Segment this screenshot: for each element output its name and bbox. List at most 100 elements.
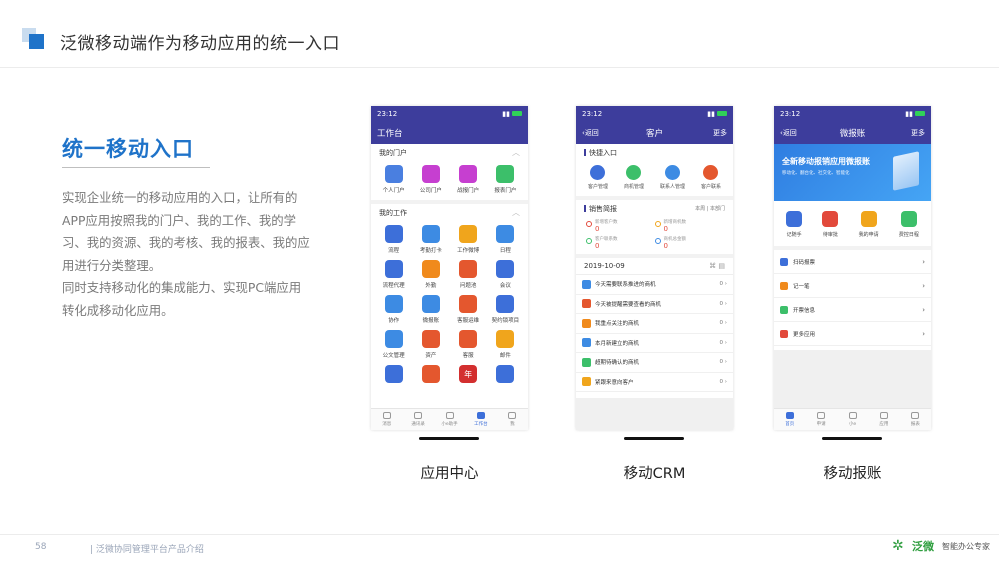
app-tile-icon (384, 225, 403, 243)
quick-entry[interactable]: 客户管理 (588, 165, 608, 190)
app-tile-icon (421, 365, 440, 383)
status-bar: 23:12 ▮▮ (774, 106, 931, 121)
tab-item[interactable]: 工作台 (465, 409, 496, 430)
app-tile[interactable]: 公司门户 (412, 165, 449, 194)
crm-list-row[interactable]: 超期待确认的商机 0 › (576, 353, 733, 373)
app-tile[interactable]: 客服 (450, 330, 487, 359)
app-tile[interactable]: 微报账 (412, 295, 449, 324)
tab-item[interactable]: 报表 (900, 409, 931, 430)
app-tile[interactable]: 年 (450, 365, 487, 386)
expense-list-row[interactable]: 开票信息 › (774, 298, 931, 322)
expense-shortcut-icon (900, 211, 917, 227)
app-tile[interactable] (487, 365, 524, 386)
app-tile-label: 外勤 (425, 283, 437, 289)
leaf-logo-icon: ✲ (892, 538, 904, 554)
app-tile[interactable]: 契约锁项目 (487, 295, 524, 324)
expense-list-row[interactable]: 记一笔 › (774, 274, 931, 298)
tab-item[interactable]: 我 (497, 409, 528, 430)
app-tile-label: 考勤打卡 (419, 248, 442, 254)
row-icon (582, 377, 591, 387)
signal-icon: ▮▮ (707, 109, 715, 118)
crm-list-row[interactable]: 今天被提醒需要查看的商机 0 › (576, 295, 733, 314)
app-tile[interactable]: 资产 (412, 330, 449, 359)
stat-value: 0 (663, 242, 668, 250)
quick-entry[interactable]: 联系人管理 (660, 165, 685, 190)
quick-entry-label: 商机管理 (623, 184, 644, 190)
app-tile[interactable]: 邮件 (487, 330, 524, 359)
quick-entry[interactable]: 客户联系 (701, 165, 721, 190)
group-header-portal[interactable]: 我的门户 ︿ (371, 144, 528, 161)
app-tile[interactable]: 问题池 (450, 260, 487, 289)
chevron-right-icon: › (922, 257, 925, 266)
app-tile[interactable]: 公文管理 (375, 330, 412, 359)
row-icon (582, 357, 591, 367)
row-icon (582, 279, 591, 289)
tab-bar: 消息 通讯录 小e助手 工作台 我 (371, 408, 528, 430)
app-tile[interactable]: 日程 (487, 225, 524, 254)
app-tile-icon (496, 260, 515, 278)
expense-shortcut[interactable]: 待审批 (822, 211, 839, 238)
quick-entry[interactable]: 商机管理 (624, 165, 644, 190)
app-tile-label: 公文管理 (382, 353, 405, 359)
app-tile-label: 流程 (388, 248, 400, 254)
app-tile[interactable]: 流程代理 (375, 260, 412, 289)
promo-banner[interactable]: 全新移动报销应用微报账 移动化、翻台化、社交化、智能化 (774, 144, 931, 201)
brief-filter[interactable]: 本周 | 本部门 (695, 205, 725, 212)
stat-text: 新增商机数 0 (664, 219, 687, 233)
group-header-work[interactable]: 我的工作 ︿ (371, 204, 528, 221)
expense-list-row[interactable]: 更多应用 › (774, 322, 931, 346)
app-tile-icon (384, 365, 403, 383)
expense-shortcut[interactable]: 费控日程 (899, 211, 919, 238)
app-tile-label: 客服运维 (457, 318, 480, 324)
app-tile[interactable]: 工作微博 (450, 225, 487, 254)
app-tile[interactable]: 战报门户 (450, 165, 487, 194)
crm-list-row[interactable]: 我重点关注的商机 0 › (576, 314, 733, 334)
expense-shortcut-label: 记随手 (786, 232, 802, 238)
tab-item[interactable]: 小e (837, 409, 868, 430)
row-icon (780, 281, 788, 290)
app-tile[interactable]: 流程 (375, 225, 412, 254)
tab-item[interactable]: 首页 (774, 409, 805, 430)
stat-value: 0 (663, 225, 668, 233)
app-tile[interactable]: 个人门户 (375, 165, 412, 194)
phone-app-center: 23:12 ▮▮ 工作台 我的门户 ︿ 个人门户 公司门户 战报门户 报表门户 我的工… (371, 106, 528, 430)
org-icon[interactable]: ⌘ ▤ (709, 262, 725, 270)
tab-item[interactable]: 通讯录 (402, 409, 433, 430)
status-time: 23:12 (377, 109, 398, 118)
quick-entry-icon (664, 165, 680, 180)
battery-icon (915, 111, 925, 116)
row-count: 0 › (719, 320, 727, 327)
app-tile[interactable] (412, 365, 449, 386)
tab-item[interactable]: 消息 (371, 409, 402, 430)
tab-icon (785, 412, 794, 419)
app-tile[interactable]: 外勤 (412, 260, 449, 289)
stat-text: 商机总金额 0 (664, 236, 687, 250)
app-tile[interactable]: 客服运维 (450, 295, 487, 324)
quick-entry-header: 快捷入口 (576, 144, 733, 161)
row-label: 今天被提醒需要查看的商机 (595, 301, 662, 308)
row-icon (780, 329, 788, 338)
crm-list-row[interactable]: 本月新建立的商机 0 › (576, 334, 733, 353)
app-tile-icon (421, 225, 440, 243)
app-tile[interactable]: 考勤打卡 (412, 225, 449, 254)
status-time: 23:12 (780, 109, 801, 118)
stat-text: 客户联系数 0 (595, 236, 618, 250)
tab-icon (382, 412, 391, 419)
app-tile[interactable]: 会议 (487, 260, 524, 289)
banner-illustration (893, 151, 919, 191)
chevron-up-icon: ︿ (512, 208, 520, 217)
expense-list-row[interactable]: 扫码报票 › (774, 250, 931, 274)
crm-list-row[interactable]: 紧跟来意向客户 0 › (576, 373, 733, 392)
tab-item[interactable]: 小e助手 (434, 409, 465, 430)
expense-shortcut[interactable]: 我的申请 (859, 211, 879, 238)
app-tile[interactable]: 协作 (375, 295, 412, 324)
app-tile[interactable]: 报表门户 (487, 165, 524, 194)
tab-item[interactable]: 应用 (868, 409, 899, 430)
crm-list-row[interactable]: 今天需要联系推进的商机 0 › (576, 275, 733, 295)
app-tile-label: 战报门户 (457, 188, 480, 194)
expense-shortcut[interactable]: 记随手 (786, 211, 803, 238)
tab-item[interactable]: 申请 (805, 409, 836, 430)
stat-value: 0 (595, 225, 600, 233)
row-label: 超期待确认的商机 (595, 360, 640, 367)
app-tile[interactable] (375, 365, 412, 386)
